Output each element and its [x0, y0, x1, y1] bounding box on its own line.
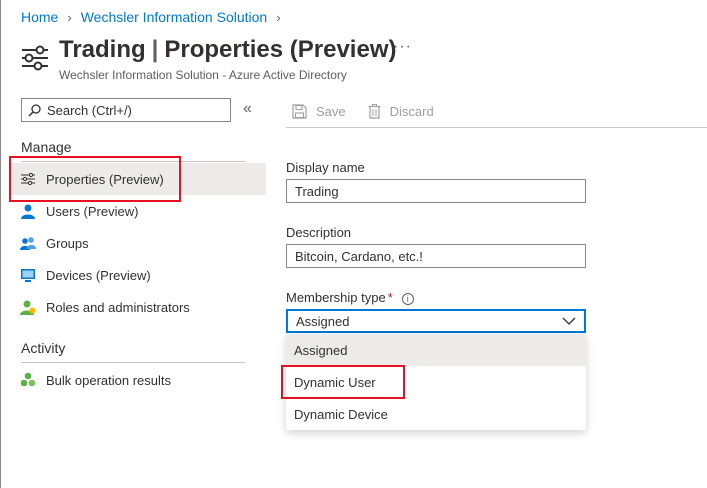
breadcrumb-home-link[interactable]: Home — [21, 9, 58, 25]
page-title-name: Trading — [59, 36, 146, 63]
trash-icon — [368, 103, 381, 119]
sidebar-item-bulk-operation-results[interactable]: Bulk operation results — [10, 364, 171, 396]
page-title-section: Properties (Preview) — [164, 36, 397, 63]
breadcrumb: Home › Wechsler Information Solution › — [21, 9, 290, 25]
option-assigned[interactable]: Assigned — [286, 334, 586, 366]
description-label: Description — [286, 225, 352, 240]
sidebar-item-label: Users (Preview) — [46, 203, 139, 219]
device-icon — [20, 267, 36, 283]
sidebar-item-label: Groups — [46, 235, 89, 251]
command-toolbar: Save Discard — [286, 97, 450, 125]
toolbar-divider — [286, 127, 707, 128]
membership-type-label: Membership type * i — [286, 290, 414, 305]
display-name-label: Display name — [286, 160, 365, 175]
chevron-right-icon: › — [276, 9, 281, 25]
sidebar-item-groups[interactable]: Groups — [10, 227, 89, 259]
sidebar-item-devices[interactable]: Devices (Preview) — [10, 259, 151, 291]
sidebar-item-roles[interactable]: Roles and administrators — [10, 291, 190, 323]
highlight-dynamic-user — [281, 365, 405, 399]
membership-type-label-text: Membership type — [286, 290, 386, 305]
discard-label: Discard — [389, 103, 434, 119]
section-divider — [21, 362, 245, 363]
page-title: Trading | Properties (Preview) — [59, 36, 396, 64]
user-icon — [20, 203, 36, 219]
search-icon — [28, 103, 41, 117]
sidebar-item-label: Devices (Preview) — [46, 267, 151, 283]
description-field[interactable] — [286, 244, 586, 268]
more-options-button[interactable]: ··· — [393, 38, 412, 56]
required-marker: * — [387, 290, 393, 305]
search-input[interactable] — [47, 102, 227, 118]
chevron-right-icon: › — [67, 9, 72, 25]
chevron-down-icon — [562, 317, 576, 325]
window-edge — [0, 0, 1, 488]
roles-icon — [20, 299, 36, 315]
option-dynamic-device[interactable]: Dynamic Device — [286, 398, 586, 430]
save-button[interactable]: Save — [286, 104, 346, 119]
sidebar-item-label: Bulk operation results — [46, 372, 172, 388]
info-icon[interactable]: i — [401, 293, 414, 305]
activity-heading: Activity — [21, 340, 66, 356]
membership-type-dropdown[interactable]: Assigned — [286, 309, 586, 333]
discard-button[interactable]: Discard — [362, 103, 434, 119]
title-separator: | — [151, 36, 159, 63]
manage-heading: Manage — [21, 139, 72, 155]
page-subtitle: Wechsler Information Solution - Azure Ac… — [59, 68, 347, 82]
groups-icon — [20, 235, 36, 251]
properties-icon — [22, 45, 48, 71]
collapse-sidebar-button[interactable]: « — [243, 100, 252, 118]
breadcrumb-tenant-link[interactable]: Wechsler Information Solution — [81, 9, 268, 25]
save-label: Save — [316, 103, 346, 119]
save-icon — [292, 103, 307, 119]
sidebar-item-label: Roles and administrators — [46, 299, 190, 315]
sidebar-item-users[interactable]: Users (Preview) — [10, 195, 138, 227]
bulk-results-icon — [20, 372, 36, 388]
display-name-field[interactable] — [286, 179, 586, 203]
sidebar-search[interactable] — [21, 98, 231, 122]
membership-type-value: Assigned — [296, 313, 350, 329]
